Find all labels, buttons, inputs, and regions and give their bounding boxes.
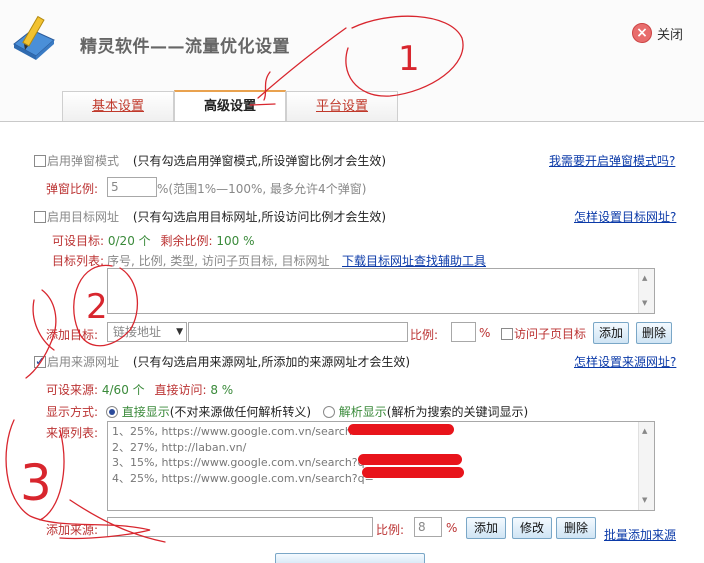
target-url-row: 启用目标网址 (只有勾选启用目标网址,所设访问比例才会生效) <box>34 208 386 225</box>
subpage-label: 访问子页目标 <box>514 327 587 341</box>
display-parse-note: (解析为搜索的关键词显示) <box>386 405 529 419</box>
source-direct-label: 直接访问: <box>154 383 207 397</box>
pencil-notebook-icon <box>13 15 55 60</box>
subpage-row: 访问子页目标 <box>501 325 586 342</box>
chevron-down-icon: ▼ <box>176 327 183 337</box>
add-source-label: 添加来源: <box>46 523 99 537</box>
delete-source-button[interactable]: 删除 <box>556 517 596 539</box>
source-list-scrollbar[interactable]: ▲ ▼ <box>638 422 654 510</box>
popup-mode-label: 启用弹窗模式 <box>47 154 120 168</box>
display-direct-note: (不对来源做任何解析转义) <box>169 405 312 419</box>
source-url-row: 启用来源网址 (只有勾选启用来源网址,所添加的来源网址才会生效) <box>34 353 410 370</box>
target-ratio-input[interactable] <box>451 322 476 342</box>
close-button[interactable]: × 关闭 <box>632 22 683 44</box>
target-settable-value: 0/20 个 <box>107 234 151 248</box>
source-settable-label: 可设来源: <box>46 383 99 397</box>
delete-target-button[interactable]: 删除 <box>636 322 672 344</box>
add-source-button[interactable]: 添加 <box>466 517 506 539</box>
target-remaining-label: 剩余比例: <box>160 234 213 248</box>
source-url-note: (只有勾选启用来源网址,所添加的来源网址才会生效) <box>132 355 411 369</box>
source-percent: % <box>446 521 458 535</box>
redaction-mark <box>358 454 462 465</box>
close-label: 关闭 <box>657 27 684 43</box>
target-url-label: 启用目标网址 <box>47 210 120 224</box>
source-settable-value: 4/60 个 <box>101 383 145 397</box>
target-list-box[interactable]: ▲ ▼ <box>107 268 655 314</box>
close-icon: × <box>632 23 652 43</box>
download-tool-link[interactable]: 下载目标网址查找辅助工具 <box>342 252 486 269</box>
source-url-label: 启用来源网址 <box>47 355 120 369</box>
edit-source-button[interactable]: 修改 <box>512 517 552 539</box>
target-list-label: 目标列表: <box>52 254 105 268</box>
target-url-input[interactable] <box>188 322 408 342</box>
display-parse-radio[interactable] <box>322 406 335 418</box>
source-ratio-label: 比例: <box>376 523 405 537</box>
display-parse-label: 解析显示 <box>338 405 387 419</box>
popup-mode-row: 启用弹窗模式 (只有勾选启用弹窗模式,所设弹窗比例才会生效) <box>34 152 386 169</box>
source-url-input[interactable] <box>107 517 373 537</box>
redaction-mark <box>362 467 464 478</box>
display-direct-label: 直接显示 <box>121 405 170 419</box>
redaction-mark <box>348 424 454 435</box>
target-help-link[interactable]: 怎样设置目标网址? <box>574 208 676 225</box>
display-mode-label: 显示方式: <box>46 405 99 419</box>
target-list-scrollbar[interactable]: ▲ ▼ <box>638 269 654 313</box>
source-help-link[interactable]: 怎样设置来源网址? <box>574 353 676 370</box>
source-list-label: 来源列表: <box>46 426 99 440</box>
scroll-down-icon[interactable]: ▼ <box>642 296 647 311</box>
tab-advanced-settings[interactable]: 高级设置 <box>174 90 286 123</box>
save-button-partial[interactable] <box>275 553 425 563</box>
popup-mode-note: (只有勾选启用弹窗模式,所设弹窗比例才会生效) <box>132 154 387 168</box>
add-target-label: 添加目标: <box>46 328 99 342</box>
tab-platform-settings[interactable]: 平台设置 <box>286 91 398 122</box>
scroll-up-icon[interactable]: ▲ <box>642 424 647 440</box>
subpage-checkbox[interactable] <box>501 328 513 340</box>
batch-add-source-link[interactable]: 批量添加来源 <box>604 526 676 543</box>
advanced-settings-panel: 启用弹窗模式 (只有勾选启用弹窗模式,所设弹窗比例才会生效) 我需要开启弹窗模式… <box>0 122 704 563</box>
add-target-button[interactable]: 添加 <box>593 322 629 344</box>
display-direct-radio[interactable] <box>105 406 118 418</box>
target-settable-label: 可设目标: <box>52 234 105 248</box>
target-stats: 可设目标: 0/20 个 剩余比例: 100 % <box>52 232 254 249</box>
target-remaining-value: 100 % <box>216 234 255 248</box>
source-stats: 可设来源: 4/60 个 直接访问: 8 % <box>46 381 233 398</box>
popup-ratio-hint: %(范围1%—100%, 最多允许4个弹窗) <box>157 182 367 196</box>
popup-ratio-label: 弹窗比例: <box>46 182 99 196</box>
target-url-checkbox[interactable] <box>34 211 46 223</box>
target-type-value: 链接地址 <box>113 325 162 339</box>
target-url-note: (只有勾选启用目标网址,所设访问比例才会生效) <box>132 210 387 224</box>
scroll-down-icon[interactable]: ▼ <box>642 493 647 509</box>
scroll-up-icon[interactable]: ▲ <box>642 271 647 286</box>
display-mode-row: 显示方式: 直接显示(不对来源做任何解析转义) 解析显示(解析为搜索的关键词显示… <box>46 403 528 420</box>
tab-basic-settings[interactable]: 基本设置 <box>62 91 174 122</box>
popup-ratio-input[interactable] <box>107 177 157 197</box>
target-ratio-label: 比例: <box>410 328 439 342</box>
popup-mode-checkbox[interactable] <box>34 155 46 167</box>
source-ratio-input[interactable] <box>414 517 442 537</box>
source-url-checkbox[interactable] <box>34 354 46 368</box>
popup-help-link[interactable]: 我需要开启弹窗模式吗? <box>549 152 675 169</box>
source-direct-value: 8 % <box>210 383 234 397</box>
list-item[interactable]: 2、27%, http://laban.vn/ <box>112 440 650 456</box>
app-title: 精灵软件——流量优化设置 <box>80 37 290 57</box>
target-type-select[interactable]: 链接地址 ▼ <box>107 322 187 342</box>
target-percent: % <box>479 326 491 340</box>
target-list-hint: 序号, 比例, 类型, 访问子页目标, 目标网址 <box>107 254 330 268</box>
